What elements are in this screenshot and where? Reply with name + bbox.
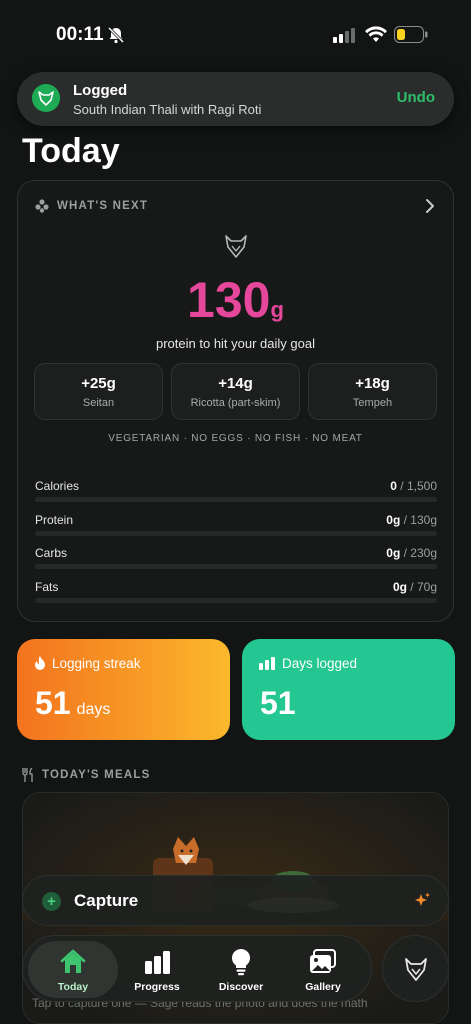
tab-bar: Today Progress Discover Gallery [22,935,372,1002]
toast-subtitle: South Indian Thali with Ragi Roti [73,102,262,117]
macro-goal: / 70g [406,580,437,594]
macro-progress-bar [35,531,437,536]
diet-preferences: VEGETARIAN · NO EGGS · NO FISH · NO MEAT [108,433,363,444]
food-suggestion-card[interactable]: +14g Ricotta (part-skim) [171,363,300,420]
food-suggestion-card[interactable]: +25g Seitan [34,363,163,420]
food-suggestion-card[interactable]: +18g Tempeh [308,363,437,420]
toast-title: Logged [73,82,128,99]
page-title: Today [22,132,120,170]
tab-label: Discover [218,981,264,993]
bar-chart-icon [259,657,275,670]
macro-value: 0g / 230g [386,546,437,560]
streak-number: 51 [35,685,71,721]
bar-chart-icon [145,951,170,974]
tab-progress[interactable]: Progress [112,941,202,998]
food-amount: +25g [81,375,116,392]
whats-next-header: WHAT'S NEXT [35,198,148,214]
chevron-right-icon[interactable] [424,198,436,214]
fork-knife-icon [22,768,33,782]
macro-value: 0 / 1,500 [390,479,437,493]
macro-row-carbs: Carbs 0g / 230g [35,546,437,569]
gallery-icon [310,949,336,973]
macro-goal: / 130g [400,513,437,527]
sparkle-icon[interactable] [413,892,431,910]
food-name: Ricotta (part-skim) [190,397,281,409]
app-logo-icon [32,84,60,112]
macro-row-calories: Calories 0 / 1,500 [35,479,437,502]
plus-icon: + [42,892,61,911]
days-logged-card[interactable]: Days logged 51 [242,639,455,740]
capture-label: Capture [74,891,139,910]
protein-remaining-value: 130 [187,272,271,328]
macro-value: 0g / 70g [393,580,437,594]
macro-current: 0 [390,479,397,493]
undo-button[interactable]: Undo [397,89,435,106]
macro-row-fats: Fats 0g / 70g [35,580,437,603]
tab-today[interactable]: Today [28,941,118,998]
food-name: Tempeh [352,397,393,409]
todays-meals-header: TODAY'S MEALS [22,768,150,782]
macro-progress-bar [35,598,437,603]
whats-next-card[interactable]: WHAT'S NEXT 130g protein to hit your dai… [17,180,454,622]
food-amount: +14g [218,375,253,392]
tab-discover[interactable]: Discover [196,941,286,998]
macro-current: 0g [386,513,401,527]
protein-remaining: 130g [18,271,453,329]
sparkle-cluster-icon [35,199,49,213]
status-time: 00:11 [56,24,104,45]
macro-label: Carbs [35,546,68,560]
days-logged-number: 51 [260,685,296,721]
logging-streak-card[interactable]: Logging streak 51 days [17,639,230,740]
food-amount: +18g [355,375,390,392]
goal-text: protein to hit your daily goal [156,336,315,351]
streak-unit: days [76,701,111,718]
capture-bar[interactable]: + Capture [22,875,449,926]
home-icon [60,949,86,973]
tab-label: Today [57,981,89,993]
fox-logo-icon [225,235,247,258]
days-logged-value: 51 [260,685,296,722]
macro-label: Fats [35,580,59,594]
macro-current: 0g [386,546,401,560]
signal-icon [333,28,355,43]
tab-label: Gallery [305,981,341,993]
macro-progress-bar [35,564,437,569]
macro-current: 0g [392,580,407,594]
status-bar: 00:11 [0,0,471,64]
tab-label: Progress [134,981,180,993]
streak-value: 51 days [35,685,110,722]
macro-label: Calories [35,479,80,493]
todays-meals-label: TODAY'S MEALS [42,769,151,781]
battery-low-icon [394,26,428,43]
protein-remaining-unit: g [270,297,284,322]
logged-toast: Logged South Indian Thali with Ragi Roti… [17,72,454,126]
macro-goal: / 230g [400,546,437,560]
bell-slash-icon [107,26,125,44]
macro-row-protein: Protein 0g / 130g [35,513,437,536]
macro-progress-bar [35,497,437,502]
stat-header: Days logged [259,656,357,671]
food-name: Seitan [82,397,115,409]
lightbulb-icon [231,948,251,976]
tab-gallery[interactable]: Gallery [278,941,368,998]
macro-value: 0g / 130g [386,513,437,527]
food-suggestions: +25g Seitan +14g Ricotta (part-skim) +18… [34,363,437,420]
stat-header: Logging streak [34,656,141,671]
wifi-icon [365,26,387,42]
macro-label: Protein [35,513,74,527]
stat-label: Logging streak [52,656,141,671]
flame-icon [35,656,45,670]
assistant-fox-button[interactable] [382,935,449,1002]
fox-logo-icon [405,958,427,981]
whats-next-label: WHAT'S NEXT [57,200,149,212]
macro-goal: / 1,500 [396,479,437,493]
stat-label: Days logged [282,656,358,671]
